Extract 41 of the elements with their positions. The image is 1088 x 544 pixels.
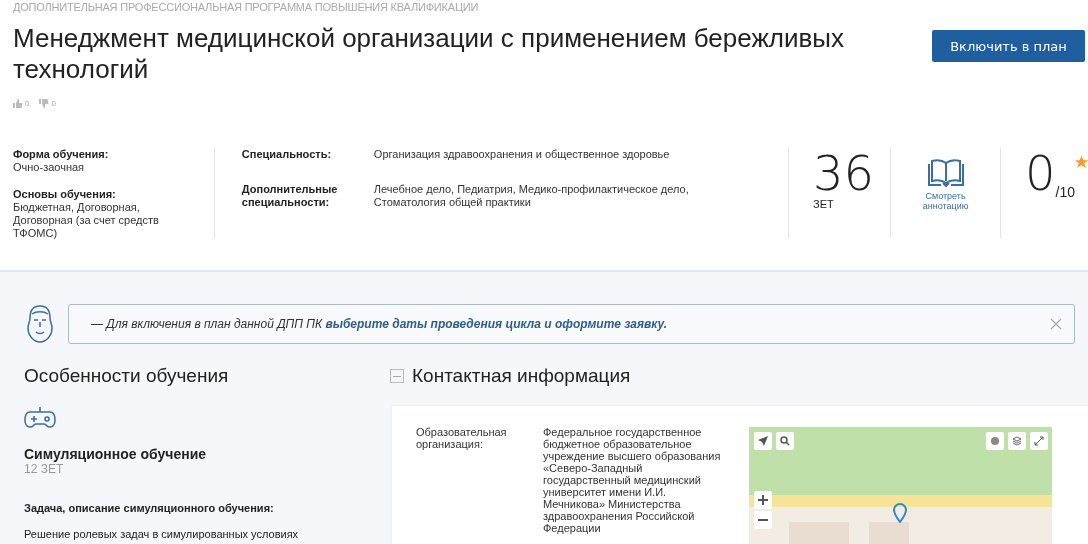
field-value: Лечебное дело, Педиатрия, Медико-профилактическое дело, Стоматология общей практики: [373, 183, 690, 209]
section-heading: Контактная информация: [412, 364, 631, 388]
select-dates-link[interactable]: выберите даты проведения цикла и оформите заявку.: [325, 317, 668, 331]
credits-unit: ЗЕТ: [813, 198, 835, 210]
thumbs-up-icon[interactable]: [13, 99, 23, 108]
contact-value: Федеральное государственное бюджетное образовательное учреждение высшего образования «Северо-Западный государственный медицинский университет имени И.И. Мечникова» Министерства здравоохранения Российской Федерации: [543, 426, 722, 536]
field-value: Очно-заочная: [13, 161, 86, 174]
feature-credits: 12 ЗЕТ: [24, 462, 65, 476]
program-category: ДОПОЛНИТЕЛЬНАЯ ПРОФЕССИОНАЛЬНАЯ ПРОГРАММА ПОВЫШЕНИЯ КВАЛИФИКАЦИИ: [13, 0, 480, 13]
zoom-out-icon[interactable]: [754, 511, 772, 529]
likes-count: 0: [25, 99, 30, 108]
rating-max: /10: [1055, 184, 1075, 200]
field-label: Основы обучения:: [13, 188, 117, 200]
dislikes-count: 0: [51, 99, 56, 108]
task-label: Задача, описание симуляционного обучения:: [24, 502, 275, 514]
rating-value: 0: [1025, 148, 1056, 198]
star-icon: [1075, 156, 1088, 169]
book-icon[interactable]: [927, 158, 964, 188]
section-heading: Особенности обучения: [24, 364, 230, 388]
search-icon[interactable]: [776, 432, 794, 450]
field-label: Дополнительные специальности:: [241, 183, 339, 209]
contact-label: Образовательная организация:: [416, 426, 508, 452]
thumbs-down-icon[interactable]: [39, 99, 50, 108]
zoom-in-icon[interactable]: [754, 491, 772, 509]
feature-title: Симуляционное обучение: [24, 446, 208, 462]
map-pin-icon: [893, 503, 907, 523]
view-annotation-link[interactable]: Смотреть аннотацию: [915, 191, 976, 211]
gamepad-icon: [24, 406, 56, 430]
program-title: Менеджмент медицинской организации с применением бережливых технологий: [13, 23, 846, 85]
fullscreen-icon[interactable]: [1030, 432, 1048, 450]
field-label: Форма обучения:: [13, 148, 110, 160]
field-value: Организация здравоохранения и общественное здоровье: [373, 148, 671, 161]
credits-value: 36: [813, 148, 876, 198]
layers-icon[interactable]: [1008, 432, 1026, 450]
collapse-toggle[interactable]: [390, 369, 404, 383]
task-description: Решение ролевых задач в симулированных условиях: [24, 528, 300, 540]
notice-text: — Для включения в план данной ДПП ПК выберите даты проведения цикла и оформите заявку.: [91, 317, 668, 331]
add-to-plan-button[interactable]: Включить в план: [932, 30, 1085, 62]
field-label: Специальность:: [241, 148, 333, 161]
field-value: Бюджетная, Договорная, Договорная (за счет средств ТФОМС): [13, 201, 160, 240]
locate-icon[interactable]: [754, 432, 772, 450]
